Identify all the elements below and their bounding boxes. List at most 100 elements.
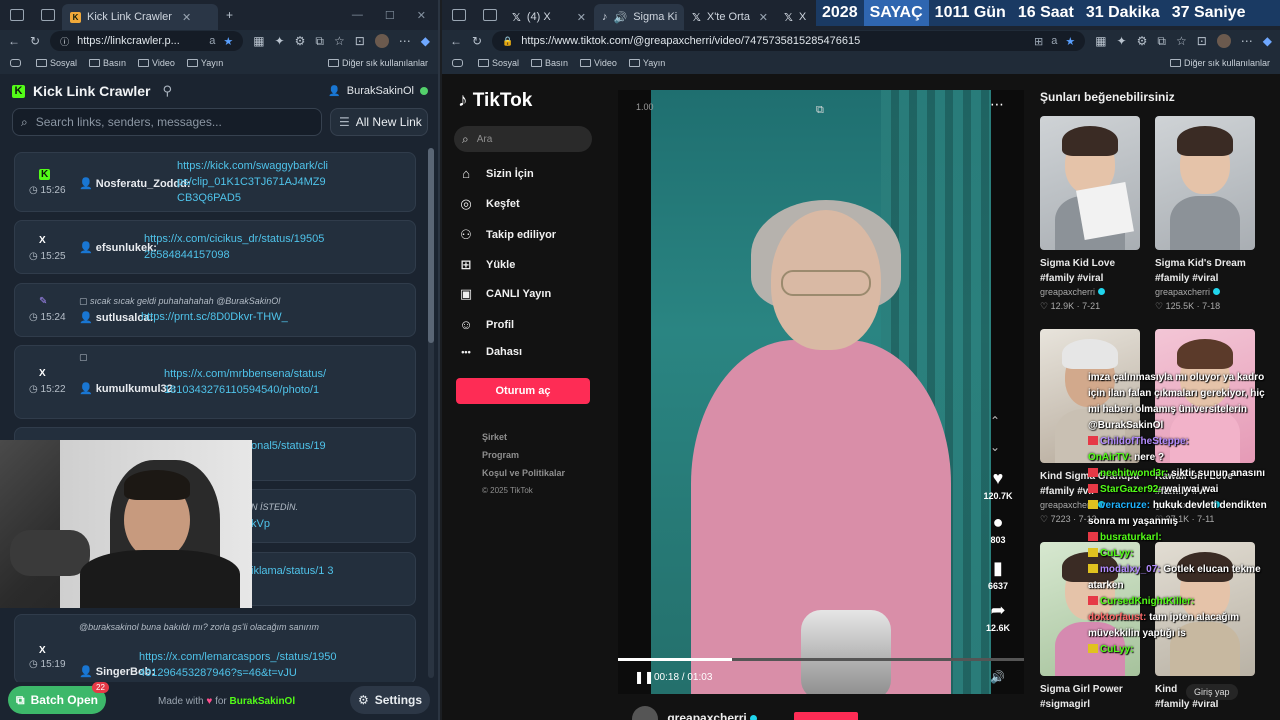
card-link[interactable]: iklama/status/1 3 [251,563,341,579]
batch-open-button[interactable]: ⧉ Batch Open [8,686,106,714]
settings-button[interactable]: ⚙ Settings [350,686,430,714]
avatar[interactable] [374,34,389,48]
video-player[interactable]: 1.00 ⧉ ⋯ ❚❚ 00:18 / 01:03 🔊 [618,90,1024,694]
like-action[interactable]: ♥ 120.7K [978,468,1018,501]
bookmark-other-favorites[interactable]: Diğer sık kullanılanlar [327,58,428,68]
previous-video-arrow[interactable]: ⌃ [990,414,1000,428]
video-more-icon[interactable]: ⋯ [990,96,1004,113]
card-link[interactable]: https://x.com/mrbbensena/status/18103432… [164,366,332,398]
pip-icon[interactable]: ⧉ [816,104,824,117]
split-screen-icon[interactable]: ⧉ [1157,34,1166,49]
follow-button[interactable] [794,712,859,720]
tiktok-logo[interactable]: ♪ TikTok [458,90,532,112]
broom-icon[interactable]: ⚲ [163,83,173,99]
bookmark-other-favorites[interactable]: Diğer sık kullanılanlar [1169,58,1270,68]
tab-x-notifications[interactable]: 𝕏 (4) X ✕ [504,4,594,30]
login-prompt-button[interactable]: Giriş yap [1186,684,1238,700]
url-field[interactable]: ⓘ https://linkcrawler.p... a ★ [50,31,244,51]
card-link[interactable]: kVp [251,516,311,532]
more-icon[interactable]: ⋯ [399,34,411,48]
nav-item-yukle[interactable]: ⊞ Yükle [458,257,516,273]
search-input[interactable]: ⌕ Search links, senders, messages... [12,108,322,136]
url-field[interactable]: 🔒 https://www.tiktok.com/@greapaxcherri/… [492,31,1086,51]
extension-icon[interactable]: ▦ [253,34,264,48]
extension-game-icon[interactable]: ✦ [1117,34,1127,48]
close-window-icon[interactable]: ✕ [417,9,426,22]
login-button[interactable]: Oturum aç [456,378,590,404]
bookmark-folder-basin[interactable]: Basın [89,58,126,68]
nav-item-sizin-icin[interactable]: ⌂ Sizin İçin [458,166,534,181]
refresh-icon[interactable]: ↻ [30,34,40,48]
close-tab-icon[interactable]: ✕ [759,11,768,24]
collections-icon[interactable]: ⊡ [355,34,365,48]
close-tab-icon[interactable]: ✕ [182,11,191,24]
tiktok-search-input[interactable]: ⌕ Ara [454,126,592,152]
save-action[interactable]: ▮ 6637 [978,558,1018,591]
footer-link-terms[interactable]: Koşul ve Politikalar [482,468,565,478]
favorites-icon[interactable]: ☆ [334,34,345,48]
avatar[interactable] [1216,34,1231,48]
bookmarks-menu-icon[interactable] [10,59,21,67]
bookmarks-menu-icon[interactable] [452,59,463,67]
favorite-star-icon[interactable]: ★ [223,35,233,48]
share-action[interactable]: ➦ 12.6K [978,600,1018,633]
close-tab-icon[interactable]: ✕ [577,11,586,24]
extension-icon[interactable]: ▦ [1095,34,1106,48]
playback-speed[interactable]: 1.00 [636,102,654,112]
recommended-video[interactable]: Sigma Kid Love #family #viral greapaxcher… [1040,116,1142,312]
new-tab-icon[interactable]: + [226,8,233,22]
read-aloud-icon[interactable]: a [209,35,215,47]
bookmark-folder-yayin[interactable]: Yayın [628,58,665,68]
tab-x[interactable]: 𝕏 X [776,4,812,30]
footer-link-program[interactable]: Program [482,450,519,460]
video-author[interactable]: greapaxcherri [632,706,859,720]
back-icon[interactable]: ← [450,34,462,48]
more-icon[interactable]: ⋯ [1241,34,1253,48]
volume-icon[interactable]: 🔊 [990,670,1005,684]
card-link[interactable]: https://x.com/lemarcaspors_/status/19504… [139,649,339,681]
extension-puzzle-icon[interactable]: ⚙ [1137,34,1148,48]
bookmark-folder-sosyal[interactable]: Sosyal [36,58,77,68]
filter-dropdown[interactable]: ☰ All New Link [330,108,428,136]
workspaces-icon[interactable] [10,9,24,21]
feed-scrollbar[interactable] [428,148,434,678]
app-available-icon[interactable]: ⊞ [1034,35,1043,48]
extension-game-icon[interactable]: ✦ [275,34,285,48]
recommended-video[interactable]: Sigma Kid's Dream #family #viral greapaxc… [1155,116,1257,312]
pause-icon[interactable]: ❚❚ [634,670,654,684]
refresh-icon[interactable]: ↻ [472,34,482,48]
tab-actions-icon[interactable] [41,9,55,21]
bookmark-folder-sosyal[interactable]: Sosyal [478,58,519,68]
bookmark-folder-video[interactable]: Video [580,58,617,68]
maximize-icon[interactable]: ☐ [385,9,395,22]
comment-action[interactable]: ● 803 [978,512,1018,545]
copilot-icon[interactable]: ◆ [1263,34,1272,48]
video-progress-bar[interactable] [618,658,1024,661]
footer-link-company[interactable]: Şirket [482,432,507,442]
card-link[interactable]: https://prnt.sc/8D0Dkvr-THW_ [141,309,341,325]
read-aloud-icon[interactable]: a [1051,35,1057,47]
minimize-icon[interactable]: — [352,9,363,22]
back-icon[interactable]: ← [8,34,20,48]
bookmark-folder-basin[interactable]: Basın [531,58,568,68]
split-screen-icon[interactable]: ⧉ [315,34,324,49]
nav-item-dahasi[interactable]: ••• Dahası [458,346,522,358]
workspaces-icon[interactable] [452,9,466,21]
collections-icon[interactable]: ⊡ [1197,34,1207,48]
nav-item-takip-ediliyor[interactable]: ⚇ Takip ediliyor [458,227,556,243]
favorites-icon[interactable]: ☆ [1176,34,1187,48]
extension-puzzle-icon[interactable]: ⚙ [295,34,306,48]
bookmark-folder-yayin[interactable]: Yayın [186,58,223,68]
nav-item-kesfet[interactable]: ◎ Keşfet [458,196,519,212]
scrollbar-thumb[interactable] [428,148,434,343]
tab-kick-link-crawler[interactable]: K Kick Link Crawler ✕ [62,4,218,30]
tab-tiktok-sigma[interactable]: ♪ 🔊 Sigma Ki ✕ [594,4,684,30]
bookmark-folder-video[interactable]: Video [138,58,175,68]
nav-item-canli-yayin[interactable]: ▣ CANLI Yayın [458,286,551,302]
card-link[interactable]: onal5/status/19 [251,438,371,454]
tab-x-orta-saha[interactable]: 𝕏 X'te Orta Saha ✕ [684,4,776,30]
next-video-arrow[interactable]: ⌄ [990,440,1000,454]
copilot-icon[interactable]: ◆ [421,34,430,48]
nav-item-profil[interactable]: ☺ Profil [458,317,514,332]
favorite-star-icon[interactable]: ★ [1065,35,1075,48]
